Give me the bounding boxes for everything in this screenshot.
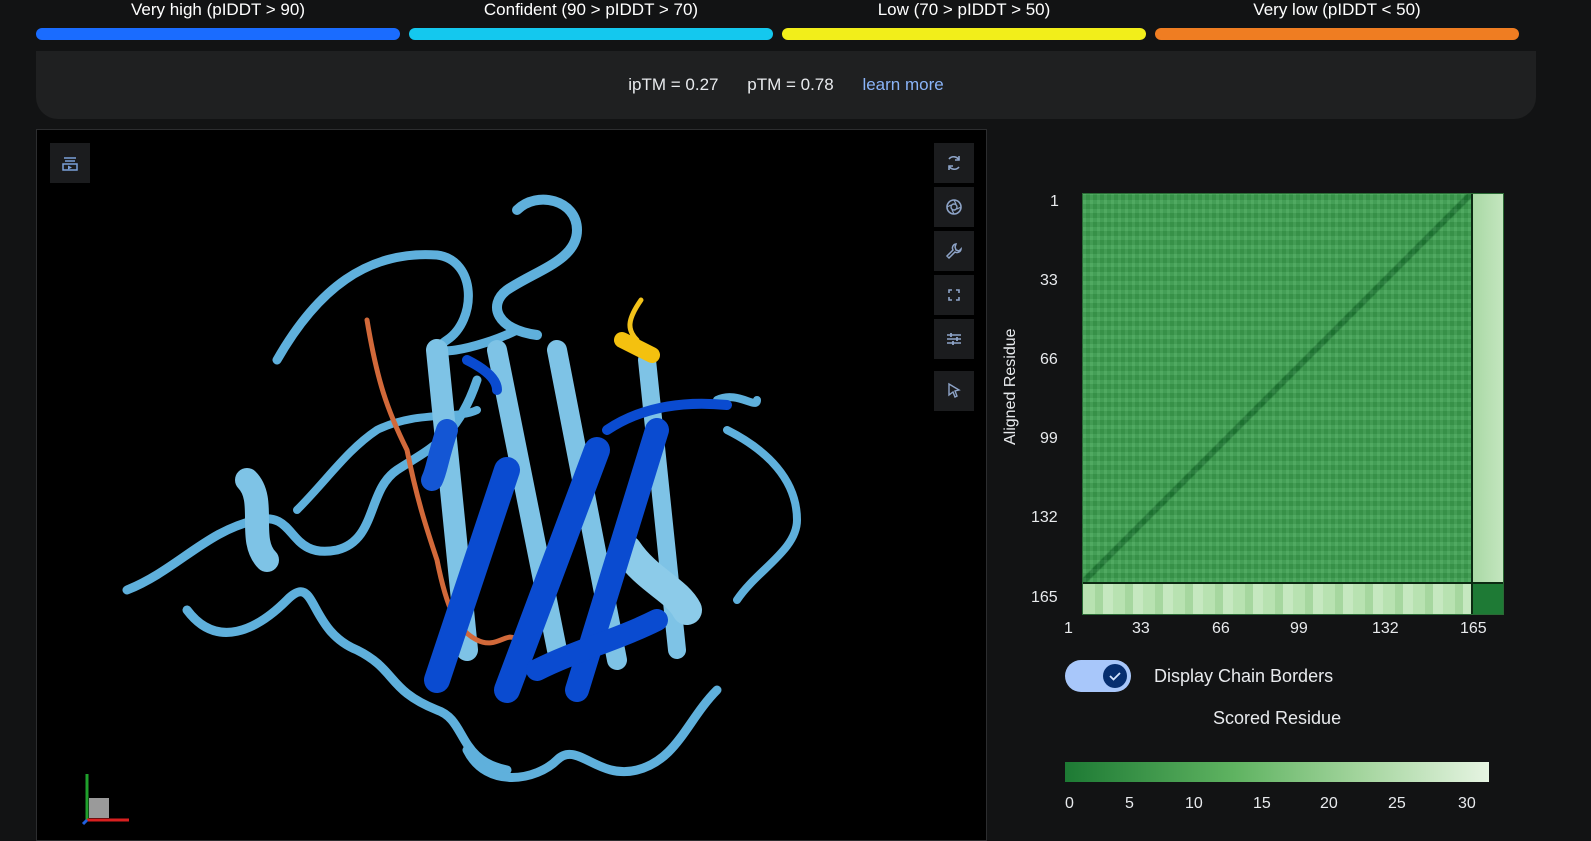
iptm-score: ipTM = 0.27 [628, 75, 719, 94]
x-tick: 1 [1064, 620, 1073, 637]
colorbar-tick: 0 [1065, 795, 1074, 812]
y-tick: 66 [1040, 351, 1058, 368]
legend-bar-very-high [36, 28, 400, 40]
y-axis-title: Aligned Residue [1002, 328, 1019, 445]
y-tick: 99 [1040, 430, 1058, 447]
colorbar-tick: 20 [1320, 795, 1338, 812]
legend-bar-low [782, 28, 1146, 40]
structure-viewer[interactable] [36, 129, 987, 841]
x-tick: 66 [1212, 620, 1230, 637]
learn-more-link[interactable]: learn more [862, 75, 943, 94]
pae-panel: Aligned Residue 1 33 66 99 132 165 1 33 … [1000, 125, 1560, 832]
score-summary: ipTM = 0.27 pTM = 0.78 learn more [36, 51, 1536, 119]
check-icon [1103, 664, 1127, 688]
legend-bar-confident [409, 28, 773, 40]
legend-very-high: Very high (pIDDT > 90) [36, 0, 400, 40]
pae-heatmap[interactable] [1082, 193, 1504, 615]
colorbar-tick: 15 [1253, 795, 1271, 812]
colorbar-tick: 25 [1388, 795, 1406, 812]
toggle-label: Display Chain Borders [1154, 666, 1334, 686]
y-tick: 33 [1040, 272, 1058, 289]
legend-label: Confident (90 > pIDDT > 70) [483, 0, 699, 19]
axes-indicator-icon [81, 774, 129, 826]
x-tick: 132 [1372, 620, 1399, 637]
chain-borders-toggle[interactable] [1065, 660, 1131, 692]
protein-structure-render [122, 194, 801, 782]
x-axis-title: Scored Residue [1213, 708, 1342, 728]
legend-confident: Confident (90 > pIDDT > 70) [409, 0, 773, 40]
x-tick: 165 [1460, 620, 1487, 637]
plddt-legend: Very high (pIDDT > 90) Confident (90 > p… [36, 0, 1536, 42]
legend-low: Low (70 > pIDDT > 50) [782, 0, 1146, 40]
color-scale-bar [1065, 762, 1489, 782]
ptm-score: pTM = 0.78 [747, 75, 834, 94]
y-tick: 1 [1050, 193, 1059, 210]
legend-label: Low (70 > pIDDT > 50) [877, 0, 1051, 19]
colorbar-tick: 10 [1185, 795, 1203, 812]
colorbar-tick: 30 [1458, 795, 1476, 812]
x-tick: 99 [1290, 620, 1308, 637]
legend-label: Very low (pIDDT < 50) [1253, 0, 1421, 19]
colorbar-tick: 5 [1125, 795, 1134, 812]
x-tick: 33 [1132, 620, 1150, 637]
y-tick: 165 [1031, 589, 1058, 606]
y-tick: 132 [1031, 509, 1058, 526]
legend-bar-very-low [1155, 28, 1519, 40]
legend-very-low: Very low (pIDDT < 50) [1155, 0, 1519, 40]
legend-label: Very high (pIDDT > 90) [130, 0, 306, 19]
